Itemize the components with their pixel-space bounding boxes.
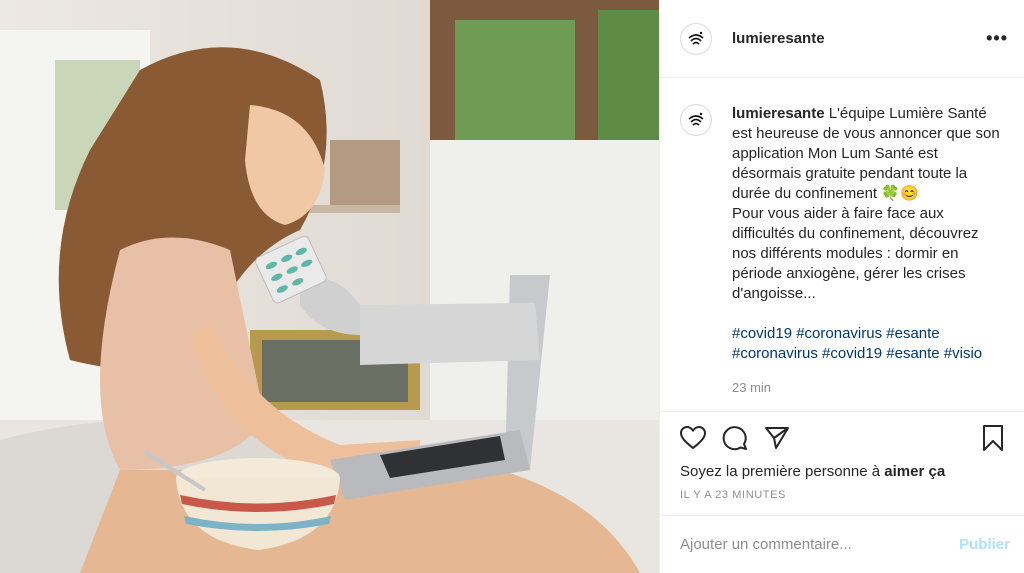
action-bar	[660, 411, 1024, 463]
photo-illustration	[0, 0, 659, 573]
lumiere-logo-icon[interactable]	[680, 22, 712, 55]
caption-time: 23 min	[732, 380, 772, 395]
post-header: lumieresante •••	[660, 0, 1024, 78]
caption-username[interactable]: lumieresante	[732, 105, 825, 122]
comment-bar: Publier	[660, 515, 1024, 573]
caption-text-2: Pour vous aider à faire face aux difficu…	[732, 205, 979, 302]
post-sidebar: lumieresante ••• lumieresante L'équipe L…	[659, 0, 1024, 573]
bookmark-icon[interactable]	[978, 423, 1008, 453]
lumiere-logo-icon[interactable]	[680, 104, 712, 136]
publish-button[interactable]: Publier	[959, 536, 1010, 553]
likes-prefix: Soyez la première personne à	[680, 463, 885, 480]
heart-icon[interactable]	[678, 423, 708, 453]
more-options-icon[interactable]: •••	[986, 28, 1008, 49]
post-username[interactable]: lumieresante	[732, 30, 825, 47]
hashtags-line-2[interactable]: #coronavirus #covid19 #esante #visio	[732, 344, 1004, 364]
post-image[interactable]	[0, 0, 659, 573]
post-timestamp: IL Y A 23 MINUTES	[680, 489, 786, 501]
likes-text: Soyez la première personne à aimer ça	[660, 463, 1024, 480]
comment-icon[interactable]	[720, 423, 750, 453]
hashtags-line-1[interactable]: #covid19 #coronavirus #esante	[732, 324, 1004, 344]
hashtags[interactable]: #covid19 #coronavirus #esante #coronavir…	[732, 324, 1004, 364]
caption-text-1: lumieresante L'équipe Lumière Santé est …	[732, 104, 1004, 204]
caption: lumieresante L'équipe Lumière Santé est …	[732, 104, 1004, 411]
post-dialog: lumieresante ••• lumieresante L'équipe L…	[0, 0, 1024, 573]
comment-input[interactable]	[678, 535, 960, 554]
like-link[interactable]: aimer ça	[884, 463, 945, 480]
caption-area: lumieresante L'équipe Lumière Santé est …	[660, 78, 1024, 411]
share-icon[interactable]	[762, 423, 792, 453]
